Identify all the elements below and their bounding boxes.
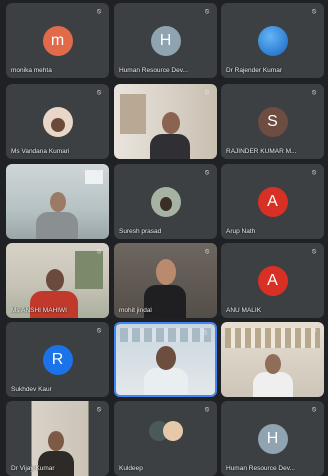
mic-off-icon: ⦸ bbox=[204, 8, 210, 15]
avatar bbox=[42, 107, 73, 137]
participant-video-tile[interactable]: ⦸ mohit jindal bbox=[114, 243, 217, 318]
avatar: A bbox=[257, 266, 288, 296]
participant-name: Dr Vijay Kumar bbox=[11, 465, 55, 472]
participant-name: Ms Vandana Kumari bbox=[11, 148, 70, 155]
mic-off-icon: ⦸ bbox=[96, 8, 102, 15]
participant-name: mohit jindal bbox=[119, 307, 152, 314]
avatar: R bbox=[42, 345, 73, 375]
participant-tile[interactable]: R ⦸ Sukhdev Kaur bbox=[6, 322, 109, 397]
mic-off-icon: ⦸ bbox=[311, 8, 317, 15]
avatar: H bbox=[150, 26, 181, 56]
participant-tile[interactable]: ⦸ Dr Rajender Kumar bbox=[221, 3, 324, 78]
video-feed bbox=[221, 322, 324, 397]
mic-off-icon: ⦸ bbox=[204, 248, 210, 255]
video-feed bbox=[6, 164, 109, 239]
participant-name: Human Resource Dev... bbox=[226, 465, 295, 472]
mic-off-icon: ⦸ bbox=[311, 169, 317, 176]
participant-grid: m ⦸ monika mehta H ⦸ Human Resource Dev.… bbox=[0, 0, 328, 476]
participant-name: Dr Rajender Kumar bbox=[226, 67, 282, 74]
participant-name: Sukhdev Kaur bbox=[11, 386, 52, 393]
participant-video-tile[interactable]: ⦸ bbox=[6, 164, 109, 239]
participant-name: Suresh prasad bbox=[119, 228, 162, 235]
participant-video-tile[interactable]: ⦸ bbox=[114, 84, 217, 159]
avatar: H bbox=[257, 424, 288, 454]
participant-name: monika mehta bbox=[11, 67, 52, 74]
avatar: m bbox=[42, 26, 73, 56]
mic-off-icon: ⦸ bbox=[202, 329, 208, 336]
participant-tile[interactable]: H ⦸ Human Resource Dev... bbox=[114, 3, 217, 78]
participant-tile[interactable]: ⦸ Ms Vandana Kumari bbox=[6, 84, 109, 159]
avatar bbox=[257, 26, 288, 56]
mic-off-icon: ⦸ bbox=[311, 327, 317, 334]
participant-name: Arup Nath bbox=[226, 228, 256, 235]
avatar: A bbox=[257, 187, 288, 217]
video-feed bbox=[114, 84, 217, 159]
participant-tile[interactable]: A ⦸ Arup Nath bbox=[221, 164, 324, 239]
participant-tile[interactable]: m ⦸ monika mehta bbox=[6, 3, 109, 78]
avatar bbox=[150, 187, 181, 217]
mic-off-icon: ⦸ bbox=[96, 406, 102, 413]
participant-name: Human Resource Dev... bbox=[119, 67, 188, 74]
participant-video-tile-active[interactable]: ⦸ bbox=[114, 322, 217, 397]
mic-off-icon: ⦸ bbox=[96, 89, 102, 96]
participant-video-tile[interactable]: ⦸ Dr Vijay Kumar bbox=[6, 401, 109, 476]
participant-tile[interactable]: S ⦸ RAJINDER KUMAR M... bbox=[221, 84, 324, 159]
participant-tile[interactable]: ⦸ Suresh prasad bbox=[114, 164, 217, 239]
participant-video-tile[interactable]: ⦸ Ms ANSHI MAHIWI bbox=[6, 243, 109, 318]
participant-name: Ms ANSHI MAHIWI bbox=[11, 307, 67, 314]
mic-off-icon: ⦸ bbox=[311, 406, 317, 413]
mic-off-icon: ⦸ bbox=[96, 169, 102, 176]
mic-off-icon: ⦸ bbox=[204, 169, 210, 176]
participant-name: Kuldeep bbox=[119, 465, 143, 472]
avatar bbox=[149, 421, 185, 443]
participant-name: RAJINDER KUMAR M... bbox=[226, 148, 297, 155]
participant-video-tile[interactable]: ⦸ bbox=[221, 322, 324, 397]
participant-tile[interactable]: H ⦸ Human Resource Dev... bbox=[221, 401, 324, 476]
mic-off-icon: ⦸ bbox=[96, 248, 102, 255]
avatar: S bbox=[257, 107, 288, 137]
mic-off-icon: ⦸ bbox=[204, 406, 210, 413]
participant-name: ANU MALIK bbox=[226, 307, 262, 314]
mic-off-icon: ⦸ bbox=[311, 248, 317, 255]
participant-tile[interactable]: ⦸ Kuldeep bbox=[114, 401, 217, 476]
mic-off-icon: ⦸ bbox=[204, 89, 210, 96]
participant-tile[interactable]: A ⦸ ANU MALIK bbox=[221, 243, 324, 318]
mic-off-icon: ⦸ bbox=[96, 327, 102, 334]
mic-off-icon: ⦸ bbox=[311, 89, 317, 96]
